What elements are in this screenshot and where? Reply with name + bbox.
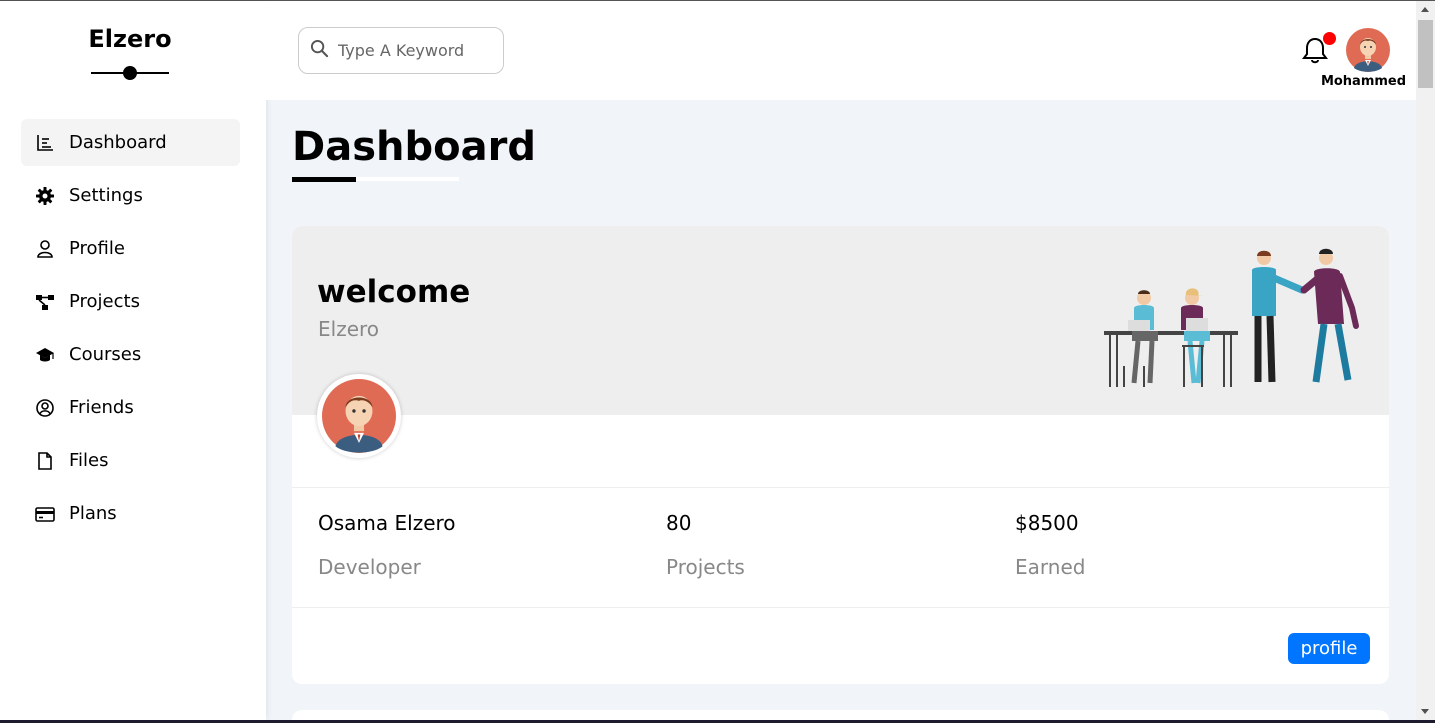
stat-earned: $8500 Earned <box>1015 511 1085 579</box>
scroll-up-arrow-icon[interactable] <box>1421 7 1429 12</box>
welcome-card: welcome Elzero Osama Elzero Developer 80… <box>292 226 1389 684</box>
chart-bar-icon <box>35 133 55 153</box>
sidebar-item-label: Friends <box>69 397 134 418</box>
credit-card-icon <box>35 504 55 524</box>
sidebar-item-profile[interactable]: Profile <box>21 225 240 272</box>
stat-value: $8500 <box>1015 511 1079 535</box>
page-title: Dashboard <box>292 124 536 170</box>
title-underline-accent <box>292 177 356 182</box>
file-icon <box>35 451 55 471</box>
stat-projects: 80 Projects <box>666 511 745 579</box>
sidebar-item-settings[interactable]: Settings <box>21 172 240 219</box>
diagram-project-icon <box>35 292 55 312</box>
gear-icon <box>35 186 55 206</box>
sidebar-nav: Dashboard Settings Profile Projects Cour… <box>21 119 240 543</box>
sidebar-item-label: Settings <box>69 185 143 206</box>
avatar-image <box>322 379 396 453</box>
sidebar-item-plans[interactable]: Plans <box>21 490 240 537</box>
sidebar-item-dashboard[interactable]: Dashboard <box>21 119 240 166</box>
scroll-down-arrow-icon[interactable] <box>1421 709 1429 714</box>
stat-value: 80 <box>666 511 692 535</box>
sidebar-item-courses[interactable]: Courses <box>21 331 240 378</box>
profile-button[interactable]: profile <box>1288 633 1370 664</box>
profile-avatar[interactable] <box>317 374 401 458</box>
sidebar-item-friends[interactable]: Friends <box>21 384 240 431</box>
scrollbar-thumb[interactable] <box>1418 20 1433 88</box>
sidebar-item-label: Courses <box>69 344 142 365</box>
sidebar-item-files[interactable]: Files <box>21 437 240 484</box>
card-divider <box>292 607 1389 608</box>
sidebar: Elzero Dashboard Settings Profile Projec… <box>0 1 266 720</box>
welcome-subheading: Elzero <box>318 317 380 341</box>
avatar[interactable] <box>1346 28 1390 72</box>
welcome-heading: welcome <box>317 274 471 310</box>
stat-value: Osama Elzero <box>318 511 456 535</box>
sidebar-item-label: Profile <box>69 238 125 259</box>
stat-label: Earned <box>1015 555 1086 579</box>
brand-underline-dot <box>123 66 137 80</box>
user-name: Mohammed <box>1320 74 1407 89</box>
sidebar-item-label: Plans <box>69 503 117 524</box>
user-icon <box>35 239 55 259</box>
sidebar-item-label: Files <box>69 450 109 471</box>
stat-name: Osama Elzero Developer <box>318 511 456 579</box>
welcome-card-header: welcome Elzero <box>292 226 1389 415</box>
search-icon <box>310 39 329 62</box>
stat-label: Projects <box>666 555 745 579</box>
notification-badge <box>1323 32 1336 45</box>
user-circle-icon <box>35 398 55 418</box>
page-scrollbar[interactable] <box>1416 1 1435 720</box>
sidebar-item-label: Projects <box>69 291 140 312</box>
stat-label: Developer <box>318 555 421 579</box>
team-illustration <box>1104 248 1359 387</box>
search-input[interactable] <box>338 41 498 60</box>
top-header: Mohammed <box>266 1 1416 100</box>
sidebar-item-projects[interactable]: Projects <box>21 278 240 325</box>
brand-title: Elzero <box>88 25 172 53</box>
search-box[interactable] <box>298 27 504 74</box>
sidebar-item-label: Dashboard <box>69 132 167 153</box>
graduation-cap-icon <box>35 345 55 365</box>
card-divider <box>292 487 1389 488</box>
